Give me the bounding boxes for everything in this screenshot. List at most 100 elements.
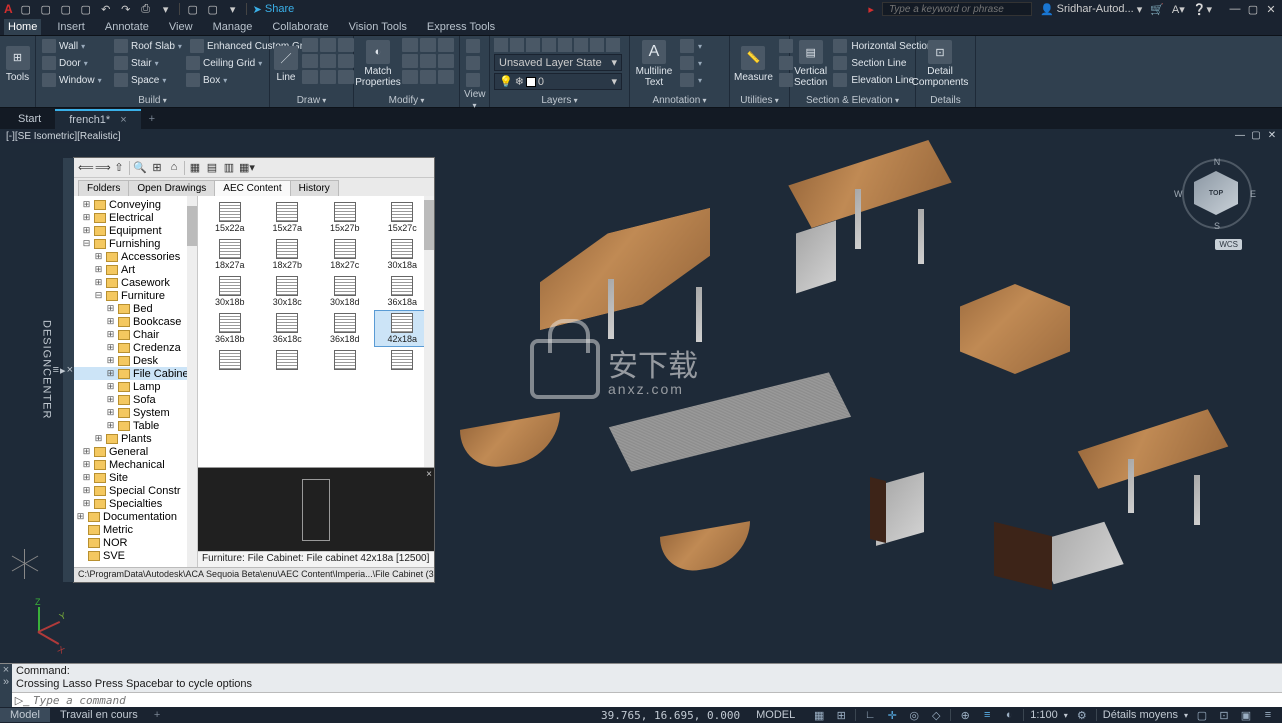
viewcube[interactable]: TOP NSEW	[1182, 159, 1252, 229]
thumb-36x18a[interactable]: 36x18a	[375, 274, 431, 309]
panel-view-label[interactable]: View	[464, 88, 485, 112]
viewport[interactable]: [-][SE Isometric][Realistic] — ▢ ✕ TOP N…	[0, 129, 1282, 663]
thumb-30x18b[interactable]: 30x18b	[202, 274, 258, 309]
tree-node-documentation[interactable]: ⊞Documentation	[74, 510, 197, 523]
pal-home-icon[interactable]: ⌂	[167, 161, 181, 175]
file-tab-new[interactable]: +	[141, 110, 163, 128]
measure-button[interactable]: 📏Measure	[734, 38, 773, 90]
ribbon-tab-home[interactable]: Home	[4, 19, 41, 35]
cart-icon[interactable]: 🛒	[1150, 3, 1164, 16]
palette-close-icon[interactable]: ×	[67, 364, 74, 376]
grid-icon[interactable]: ▦	[811, 708, 827, 722]
layer-state-dropdown[interactable]: Unsaved Layer State▾	[494, 54, 622, 71]
hardware-icon[interactable]: ⊡	[1216, 708, 1232, 722]
ribbon-tab-annotate[interactable]: Annotate	[101, 19, 153, 35]
tree-node-furnishing[interactable]: ⊟Furnishing	[74, 237, 197, 250]
ribbon-tab-express-tools[interactable]: Express Tools	[423, 19, 499, 35]
thumb-blank[interactable]	[317, 348, 373, 373]
furniture-desk-1[interactable]	[788, 140, 951, 228]
qat-saveas-icon[interactable]: ▢	[79, 2, 93, 16]
content-scrollbar[interactable]	[424, 196, 434, 467]
3dosnap-icon[interactable]: ◇	[928, 708, 944, 722]
tree-node-desk[interactable]: ⊞Desk	[74, 354, 197, 367]
tree-node-sofa[interactable]: ⊞Sofa	[74, 393, 197, 406]
panel-draw-label[interactable]: Draw	[274, 94, 349, 107]
layer-current-dropdown[interactable]: 💡❄0▾	[494, 73, 622, 90]
transparency-icon[interactable]: ◐	[1001, 708, 1017, 722]
thumb-36x18b[interactable]: 36x18b	[202, 311, 258, 346]
build-door[interactable]: Door▾	[42, 56, 106, 70]
tree-node-plants[interactable]: ⊞Plants	[74, 432, 197, 445]
share-button[interactable]: ➤ Share	[253, 3, 295, 16]
thumb-30x18d[interactable]: 30x18d	[317, 274, 373, 309]
isolate-icon[interactable]: ▢	[1194, 708, 1210, 722]
gear-icon[interactable]: ⚙	[1074, 708, 1090, 722]
file-tab-french1[interactable]: french1*×	[55, 109, 140, 129]
user-menu[interactable]: 👤 Sridhar-Autod... ▾	[1040, 3, 1142, 16]
tree-node-bed[interactable]: ⊞Bed	[74, 302, 197, 315]
model-paper-toggle[interactable]: MODEL	[746, 708, 805, 722]
vertical-section-button[interactable]: ▤Vertical Section	[794, 38, 827, 90]
close-button[interactable]: ✕	[1264, 3, 1278, 16]
ribbon-tab-collaborate[interactable]: Collaborate	[268, 19, 332, 35]
build-ceiling-grid[interactable]: Ceiling Grid▾	[186, 56, 262, 70]
tree-node-accessories[interactable]: ⊞Accessories	[74, 250, 197, 263]
pal-up-icon[interactable]: ⇧	[112, 161, 126, 175]
qat-undo-icon[interactable]: ↶	[99, 2, 113, 16]
thumb-15x22a[interactable]: 15x22a	[202, 200, 258, 235]
palette-menu-icon[interactable]: ≡	[53, 364, 60, 376]
search-input[interactable]	[882, 2, 1032, 16]
build-wall[interactable]: Wall▾	[42, 39, 106, 53]
build-roof-slab[interactable]: Roof Slab▾	[114, 39, 182, 53]
multiline-text-button[interactable]: AMultiline Text	[634, 38, 674, 90]
thumb-30x18a[interactable]: 30x18a	[375, 237, 431, 272]
snap-icon[interactable]: ⊞	[833, 708, 849, 722]
ucs-icon[interactable]	[18, 603, 68, 653]
tree-node-art[interactable]: ⊞Art	[74, 263, 197, 276]
furniture-desk-2[interactable]	[1078, 409, 1229, 489]
match-properties-button[interactable]: ◐Match Properties	[358, 38, 398, 90]
preview-close-icon[interactable]: ×	[426, 469, 432, 480]
help-icon[interactable]: ❔▾	[1193, 3, 1212, 16]
detail-level[interactable]: Détails moyens	[1103, 709, 1178, 721]
palette-content[interactable]: 15x22a15x27a15x27b15x27c18x27a18x27b18x2…	[198, 196, 434, 467]
anno-scale[interactable]: 1:100	[1030, 709, 1058, 721]
dyn-input-icon[interactable]: ⊕	[957, 708, 973, 722]
command-input[interactable]	[30, 694, 1282, 707]
palette-tree[interactable]: ⊞Conveying⊞Electrical⊞Equipment⊟Furnishi…	[74, 196, 198, 567]
panel-details-label[interactable]: Details	[920, 94, 971, 107]
layout-tab-model[interactable]: Model	[0, 708, 50, 722]
viewport-label[interactable]: [-][SE Isometric][Realistic]	[4, 130, 122, 143]
qat-open-icon[interactable]: ▢	[39, 2, 53, 16]
pal-search-icon[interactable]: 🔍	[133, 161, 147, 175]
tree-node-table[interactable]: ⊞Table	[74, 419, 197, 432]
tree-node-mechanical[interactable]: ⊞Mechanical	[74, 458, 197, 471]
ribbon-tab-manage[interactable]: Manage	[209, 19, 257, 35]
tree-node-site[interactable]: ⊞Site	[74, 471, 197, 484]
thumb-blank[interactable]	[375, 348, 431, 373]
tree-node-special-constr[interactable]: ⊞Special Constr	[74, 484, 197, 497]
vp-restore-icon[interactable]: ▢	[1250, 130, 1262, 142]
pal-view-icon[interactable]: ▦▾	[239, 161, 253, 175]
tree-node-casework[interactable]: ⊞Casework	[74, 276, 197, 289]
tree-node-nor[interactable]: NOR	[74, 536, 197, 549]
tree-node-conveying[interactable]: ⊞Conveying	[74, 198, 197, 211]
pal-tree-icon[interactable]: ▦	[188, 161, 202, 175]
thumb-18x27a[interactable]: 18x27a	[202, 237, 258, 272]
detail-components-button[interactable]: ⊡Detail Components	[920, 38, 960, 90]
tree-node-chair[interactable]: ⊞Chair	[74, 328, 197, 341]
panel-layers-label[interactable]: Layers	[494, 94, 625, 107]
maximize-button[interactable]: ▢	[1246, 3, 1260, 16]
tree-node-equipment[interactable]: ⊞Equipment	[74, 224, 197, 237]
palette-handle[interactable]: × ▸ ≡ DESIGNCENTER	[63, 158, 74, 582]
pal-desc-icon[interactable]: ▥	[222, 161, 236, 175]
tree-node-electrical[interactable]: ⊞Electrical	[74, 211, 197, 224]
clean-icon[interactable]: ▣	[1238, 708, 1254, 722]
wcs-badge[interactable]: WCS	[1215, 239, 1242, 250]
thumb-36x18c[interactable]: 36x18c	[260, 311, 316, 346]
cmd-handle[interactable]: ×»	[0, 664, 12, 707]
panel-utilities-label[interactable]: Utilities	[734, 94, 785, 107]
layout-tab-travail-en-cours[interactable]: Travail en cours	[50, 708, 148, 722]
vp-close-icon[interactable]: ✕	[1266, 130, 1278, 142]
vp-minimize-icon[interactable]: —	[1234, 130, 1246, 142]
